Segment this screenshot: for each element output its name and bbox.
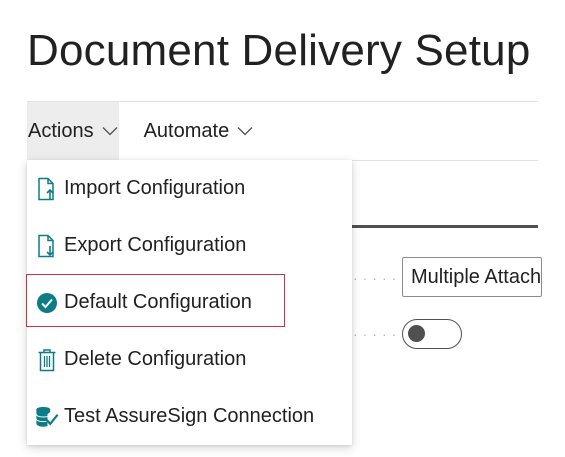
menu-item-label: Delete Configuration: [64, 348, 247, 370]
field-leader-dots: ·····: [353, 270, 402, 286]
menu-item-default-configuration[interactable]: Default Configuration: [27, 274, 352, 331]
export-document-icon: [35, 234, 59, 258]
menu-item-label: Export Configuration: [64, 234, 247, 256]
setting-toggle[interactable]: [402, 319, 462, 349]
action-bar: Actions Automate: [27, 102, 253, 160]
field-leader-dots: ·····: [353, 326, 402, 342]
automate-label: Automate: [143, 119, 230, 142]
trash-icon: [35, 348, 59, 372]
menu-item-label: Import Configuration: [64, 177, 246, 199]
attachment-field[interactable]: Multiple Attachments: [402, 257, 542, 297]
toggle-knob: [408, 325, 425, 342]
section-tab-indicator: [352, 225, 538, 228]
actions-dropdown-menu: Import Configuration Export Configuratio…: [27, 160, 352, 445]
check-circle-icon: [35, 291, 59, 315]
actions-menu-button[interactable]: Actions: [27, 102, 119, 160]
database-check-icon: [35, 405, 59, 429]
menu-item-import-configuration[interactable]: Import Configuration: [27, 160, 352, 217]
menu-item-delete-configuration[interactable]: Delete Configuration: [27, 331, 352, 388]
automate-menu-button[interactable]: Automate: [144, 102, 254, 160]
menu-item-label: Test AssureSign Connection: [64, 405, 315, 427]
import-document-icon: [35, 177, 59, 201]
page: Document Delivery Setup Actions Automate…: [0, 0, 565, 457]
page-title: Document Delivery Setup: [27, 26, 531, 75]
menu-item-export-configuration[interactable]: Export Configuration: [27, 217, 352, 274]
chevron-down-icon: [102, 127, 118, 136]
attachment-field-value: Multiple Attachments: [411, 266, 542, 288]
menu-item-label: Default Configuration: [64, 291, 252, 313]
menu-item-test-assuresign-connection[interactable]: Test AssureSign Connection: [27, 388, 352, 445]
chevron-down-icon: [237, 127, 253, 136]
actions-label: Actions: [28, 119, 94, 142]
